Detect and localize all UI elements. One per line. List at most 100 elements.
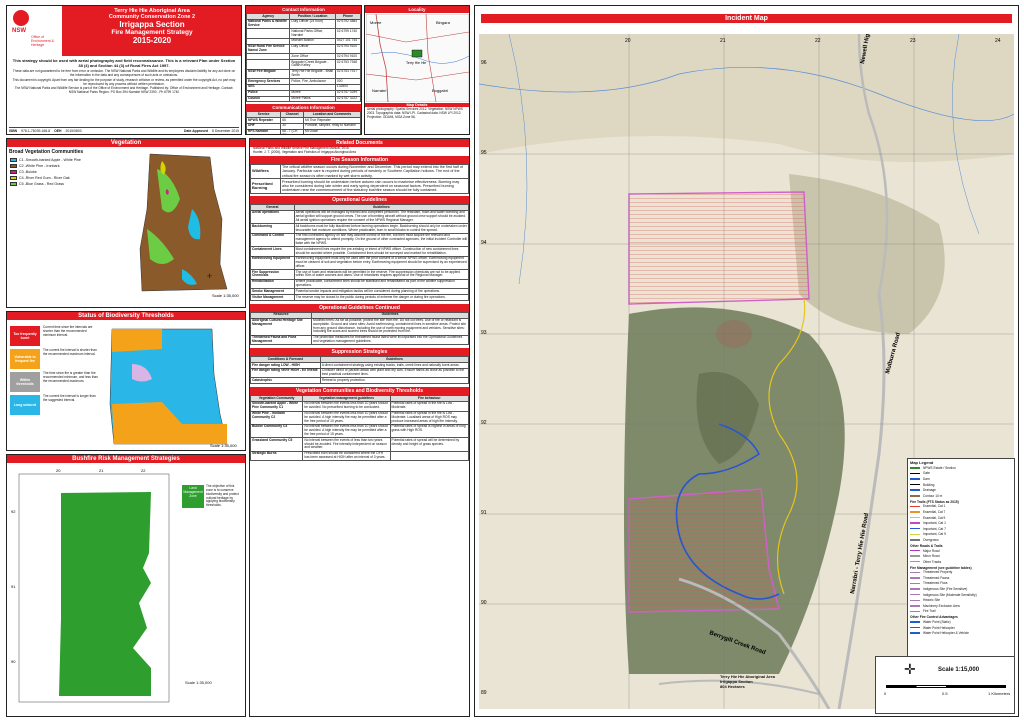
- scale-tick-1: 0.5: [942, 691, 948, 696]
- map-legend-label: Indigenous Site (Moderate Sensitivity): [923, 592, 977, 597]
- opcont-row: Threatened Fauna and Flora Management The…: [250, 334, 469, 346]
- veg-swatch: [10, 164, 17, 168]
- op-row: Containment Lines Most containment lines …: [250, 246, 469, 257]
- biodiv-scale-label: Scale 1:35,000: [210, 443, 237, 448]
- biodiv-legend-item: Vulnerable to frequent fire The current f…: [10, 348, 100, 369]
- vegbio-cell: Strategic Burns: [250, 450, 304, 462]
- locality-town-1: Bingara: [436, 20, 451, 25]
- biodiv-legend-item: Within thresholds The time since fire is …: [10, 371, 100, 392]
- locality-panel: Locality Moree Bingara Narrabri Boggabri…: [364, 5, 470, 135]
- logo-block: NSW Office of Environment & Heritage: [7, 6, 63, 56]
- comms-cell: 68 - 7 (CH 70): [280, 128, 304, 134]
- map-legend-swatch: [910, 632, 920, 634]
- veg-label: Smooth-barked Apple - White Pine: [25, 158, 81, 162]
- map-legend-label: Threatened Fauna: [923, 575, 950, 580]
- map-legend-swatch: [910, 472, 920, 475]
- vegbio-cell: No interval between fire events less tha…: [302, 400, 391, 412]
- contact-cell: National Parks Office, Narrabri: [289, 28, 336, 39]
- incident-map-header: Incident Map: [481, 14, 1012, 23]
- map-legend-label: Dam: [923, 476, 930, 481]
- contact-cell: NSW Fire Brigade: [246, 68, 291, 80]
- biodiv-swatch: Within thresholds: [10, 372, 40, 392]
- supp-row: Fire danger rating VERY HIGH - EXTREME Co…: [250, 367, 469, 379]
- supp-cell: Retreat to property protection.: [319, 377, 469, 385]
- isbn-value: 978-1-76039-168-8: [21, 129, 51, 133]
- veg-label: Blue Grass - Red Grass: [25, 182, 64, 186]
- veg-swatch: [10, 176, 17, 180]
- locality-town-2: Narrabri: [372, 88, 387, 93]
- veg-code: C2 -: [19, 164, 26, 168]
- op-cell: Fire Suppression Chemicals: [250, 269, 295, 280]
- op-cell: Earthmoving equipment must only be used …: [293, 255, 469, 271]
- veg-label: Buloke: [25, 170, 37, 174]
- map-legend-swatch: [910, 511, 920, 513]
- contact-cell: 02 6799 1740: [334, 28, 361, 39]
- map-legend-swatch: [910, 516, 920, 519]
- imap-ytick: 94: [481, 240, 487, 246]
- imap-xtick: 23: [910, 38, 916, 44]
- biodiv-desc: The current fire interval is shorter tha…: [43, 348, 97, 356]
- veg-label: River Red Gum - River Oak: [25, 176, 70, 180]
- lmz-legend: Land Management Zone The objective of th…: [182, 484, 242, 509]
- map-legend-swatch: [910, 560, 920, 563]
- operational-header: Operational Guidelines: [250, 196, 469, 205]
- map-legend-swatch: [910, 533, 920, 536]
- map-legend-swatch: [910, 626, 920, 629]
- map-legend-swatch: [910, 571, 920, 574]
- oeh-value: 2015/0803: [65, 129, 82, 133]
- oeh-label: OEH: [54, 129, 62, 133]
- bushfire-map: 20 21 22 92 91 90: [11, 468, 170, 703]
- biodiversity-header: Status of Biodiversity Thresholds: [7, 312, 245, 320]
- contact-row: Boggabri Creek Brigade - Garah Kelley 02 …: [246, 59, 361, 70]
- op-row: Earthmoving Equipment Earthmoving equipme…: [250, 255, 469, 271]
- contact-row: National Parks & Wildlife Service Duty Of…: [246, 18, 361, 30]
- biodiv-desc: The time since fire is greater than the …: [43, 371, 98, 383]
- map-legend-label: Water Point (Static): [923, 620, 951, 625]
- contact-cell: [246, 28, 291, 39]
- fire-season-header: Fire Season Information: [250, 155, 469, 164]
- map-legend-label: Water Point Helicopter & Vehicle: [923, 631, 969, 636]
- op-continued-header: Operational Guidelines Continued: [250, 303, 469, 312]
- map-legend-item: Other Tracks: [910, 559, 1012, 565]
- waratah-logo-icon: [13, 10, 29, 26]
- date-value: 8 December 2015: [212, 129, 239, 133]
- map-legend-label: Important, Cat 7: [923, 526, 946, 531]
- supp-cell: Catastrophic: [250, 377, 321, 385]
- vegbio-cell: No interval between fire events less tha…: [302, 423, 391, 439]
- title-line4: Fire Management Strategy: [111, 29, 193, 36]
- imap-ytick: 95: [481, 150, 487, 156]
- map-legend-label: Essential, Cat 7: [923, 509, 946, 514]
- vegbio-cell: Prescribed burn should be considered whe…: [302, 450, 391, 462]
- title-banner: NSW Office of Environment & Heritage Ter…: [7, 6, 241, 56]
- title-panel: NSW Office of Environment & Heritage Ter…: [6, 5, 242, 135]
- map-legend-label: Important, Cat 9: [923, 532, 946, 537]
- map-legend-label: Machinery Exclusion Area: [923, 603, 960, 608]
- contact-cell: 02 6753 7948: [334, 59, 361, 70]
- map-legend-label: Gate: [923, 471, 930, 476]
- bf-ytick-0: 92: [11, 509, 16, 514]
- imap-xtick: 24: [995, 38, 1001, 44]
- map-legend-swatch: [910, 621, 920, 623]
- map-legend-swatch: [910, 483, 920, 486]
- op-row: Visitor Management The reserve may be clo…: [250, 294, 469, 301]
- map-legend-swatch: [910, 582, 920, 585]
- biodiv-legend-item: Too frequently burnt Current time since f…: [10, 325, 100, 346]
- comms-cell: Mt Dowe: [302, 128, 361, 134]
- incident-map-panel: Incident Map 20 21 22 23 24 96 95 94 93 …: [474, 5, 1019, 717]
- intro-bold: This strategy should be used with aerial…: [12, 58, 236, 68]
- map-legend-label: Historic Site: [923, 598, 941, 603]
- isbn-label: ISBN: [9, 129, 18, 133]
- vegetation-panel: Vegetation Broad Vegetation Communities …: [6, 138, 246, 308]
- oeh-logo-text: Office of Environment & Heritage: [31, 35, 54, 47]
- op-cell: All backburns must be fully blacklined b…: [293, 223, 469, 234]
- locality-town-0: Moree: [370, 20, 382, 25]
- map-legend-swatch: [910, 527, 920, 530]
- op-cell: Rehabilitation: [250, 278, 295, 290]
- veg-biodiv-header: Vegetation Communities and Biodiversity …: [250, 387, 469, 396]
- imap-ytick: 90: [481, 600, 487, 606]
- contact-cell: [246, 59, 291, 70]
- veg-biodiv-table: Vegetation Community Vegetation managemen…: [250, 395, 469, 462]
- map-legend-swatch: [910, 577, 920, 579]
- bf-xtick-2: 22: [141, 468, 146, 473]
- contact-cell: Moree Plains: [289, 95, 336, 103]
